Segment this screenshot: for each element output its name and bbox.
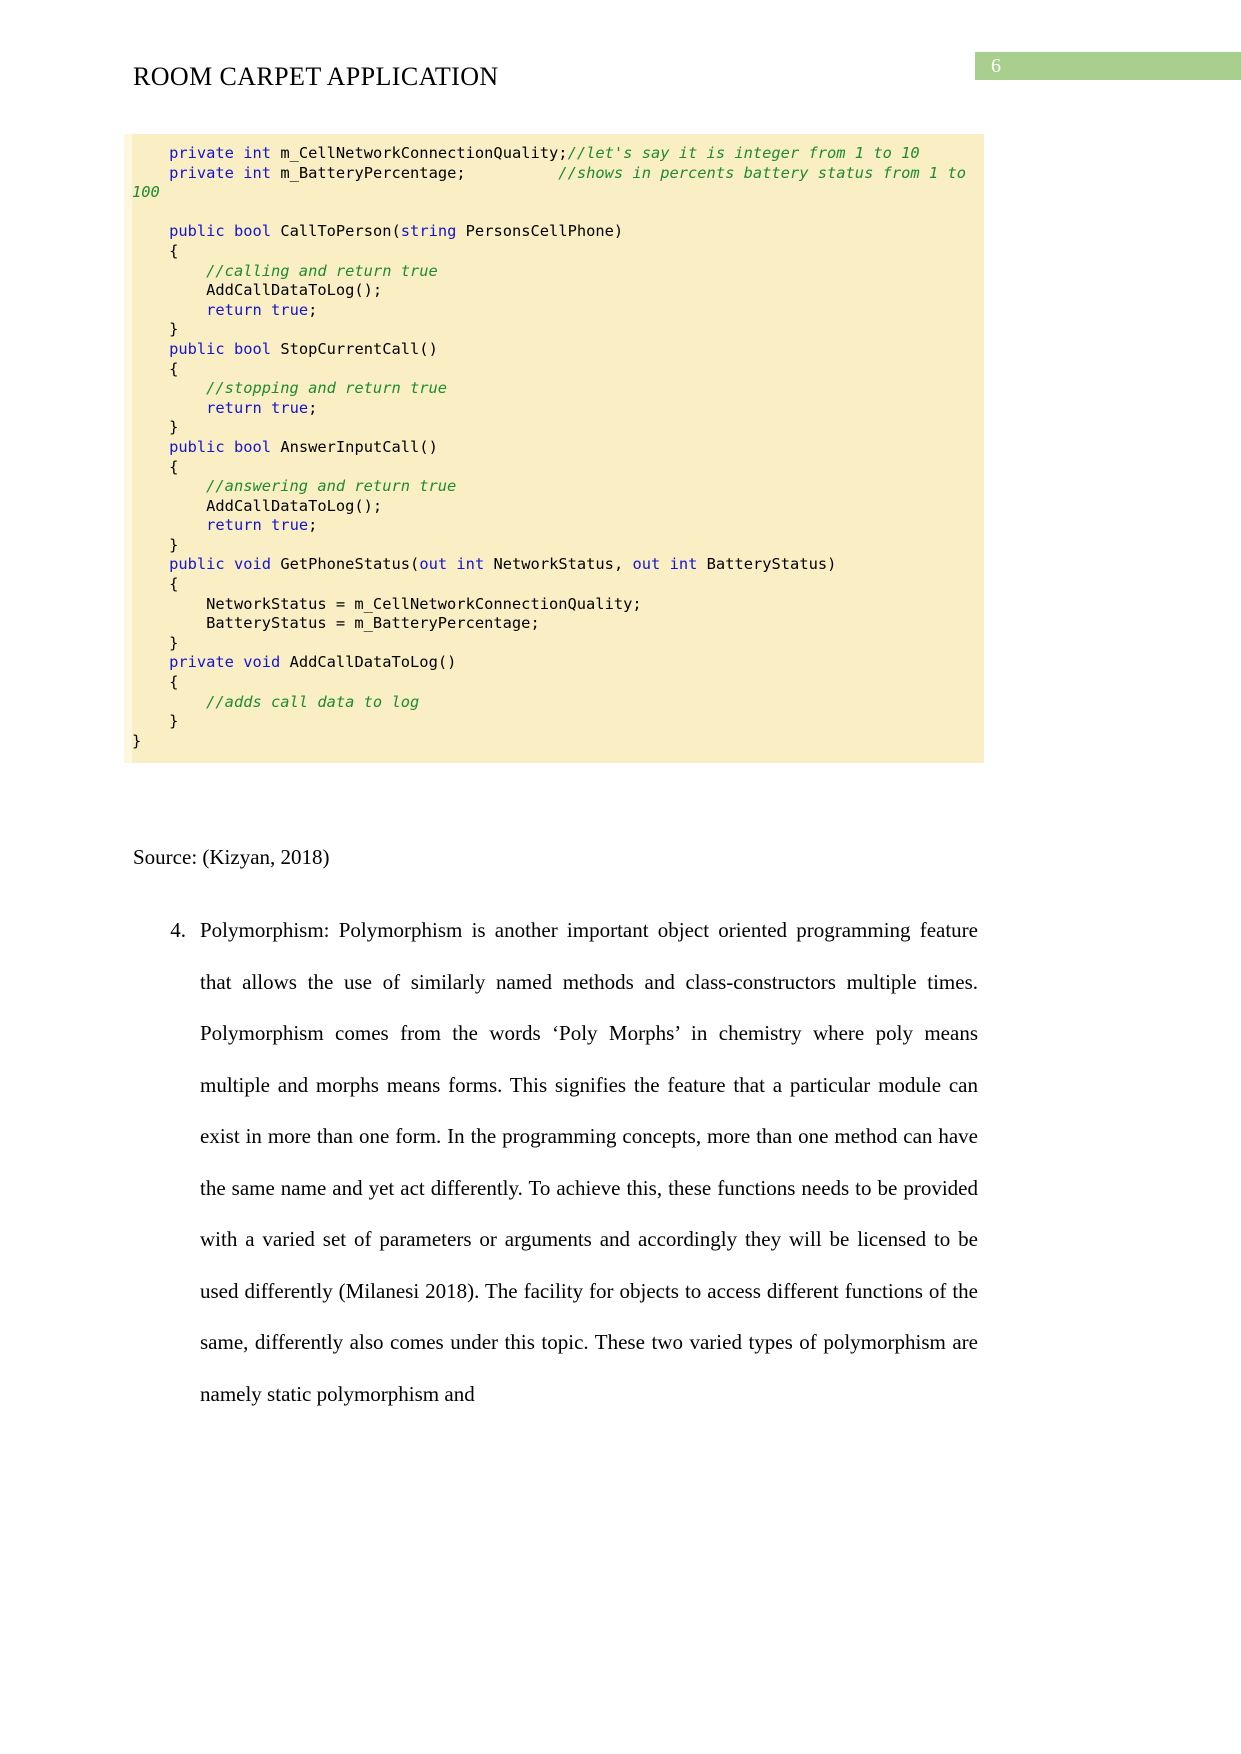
list-item-text: Polymorphism: Polymorphism is another im… bbox=[200, 918, 978, 1406]
page-title: ROOM CARPET APPLICATION bbox=[133, 62, 499, 91]
page-number-label: 6 bbox=[991, 55, 1001, 77]
page-number-badge: 6 bbox=[975, 52, 1241, 80]
list-item: 4. Polymorphism: Polymorphism is another… bbox=[133, 905, 978, 1420]
source-caption: Source: (Kizyan, 2018) bbox=[133, 845, 330, 869]
list-item-marker: 4. bbox=[170, 918, 186, 942]
code-listing: private int m_CellNetworkConnectionQuali… bbox=[132, 144, 976, 750]
page-header: ROOM CARPET APPLICATION 6 bbox=[0, 0, 1241, 120]
code-block-left-bar bbox=[124, 134, 132, 764]
code-block: private int m_CellNetworkConnectionQuali… bbox=[124, 134, 984, 764]
body-list: 4. Polymorphism: Polymorphism is another… bbox=[133, 905, 978, 1420]
